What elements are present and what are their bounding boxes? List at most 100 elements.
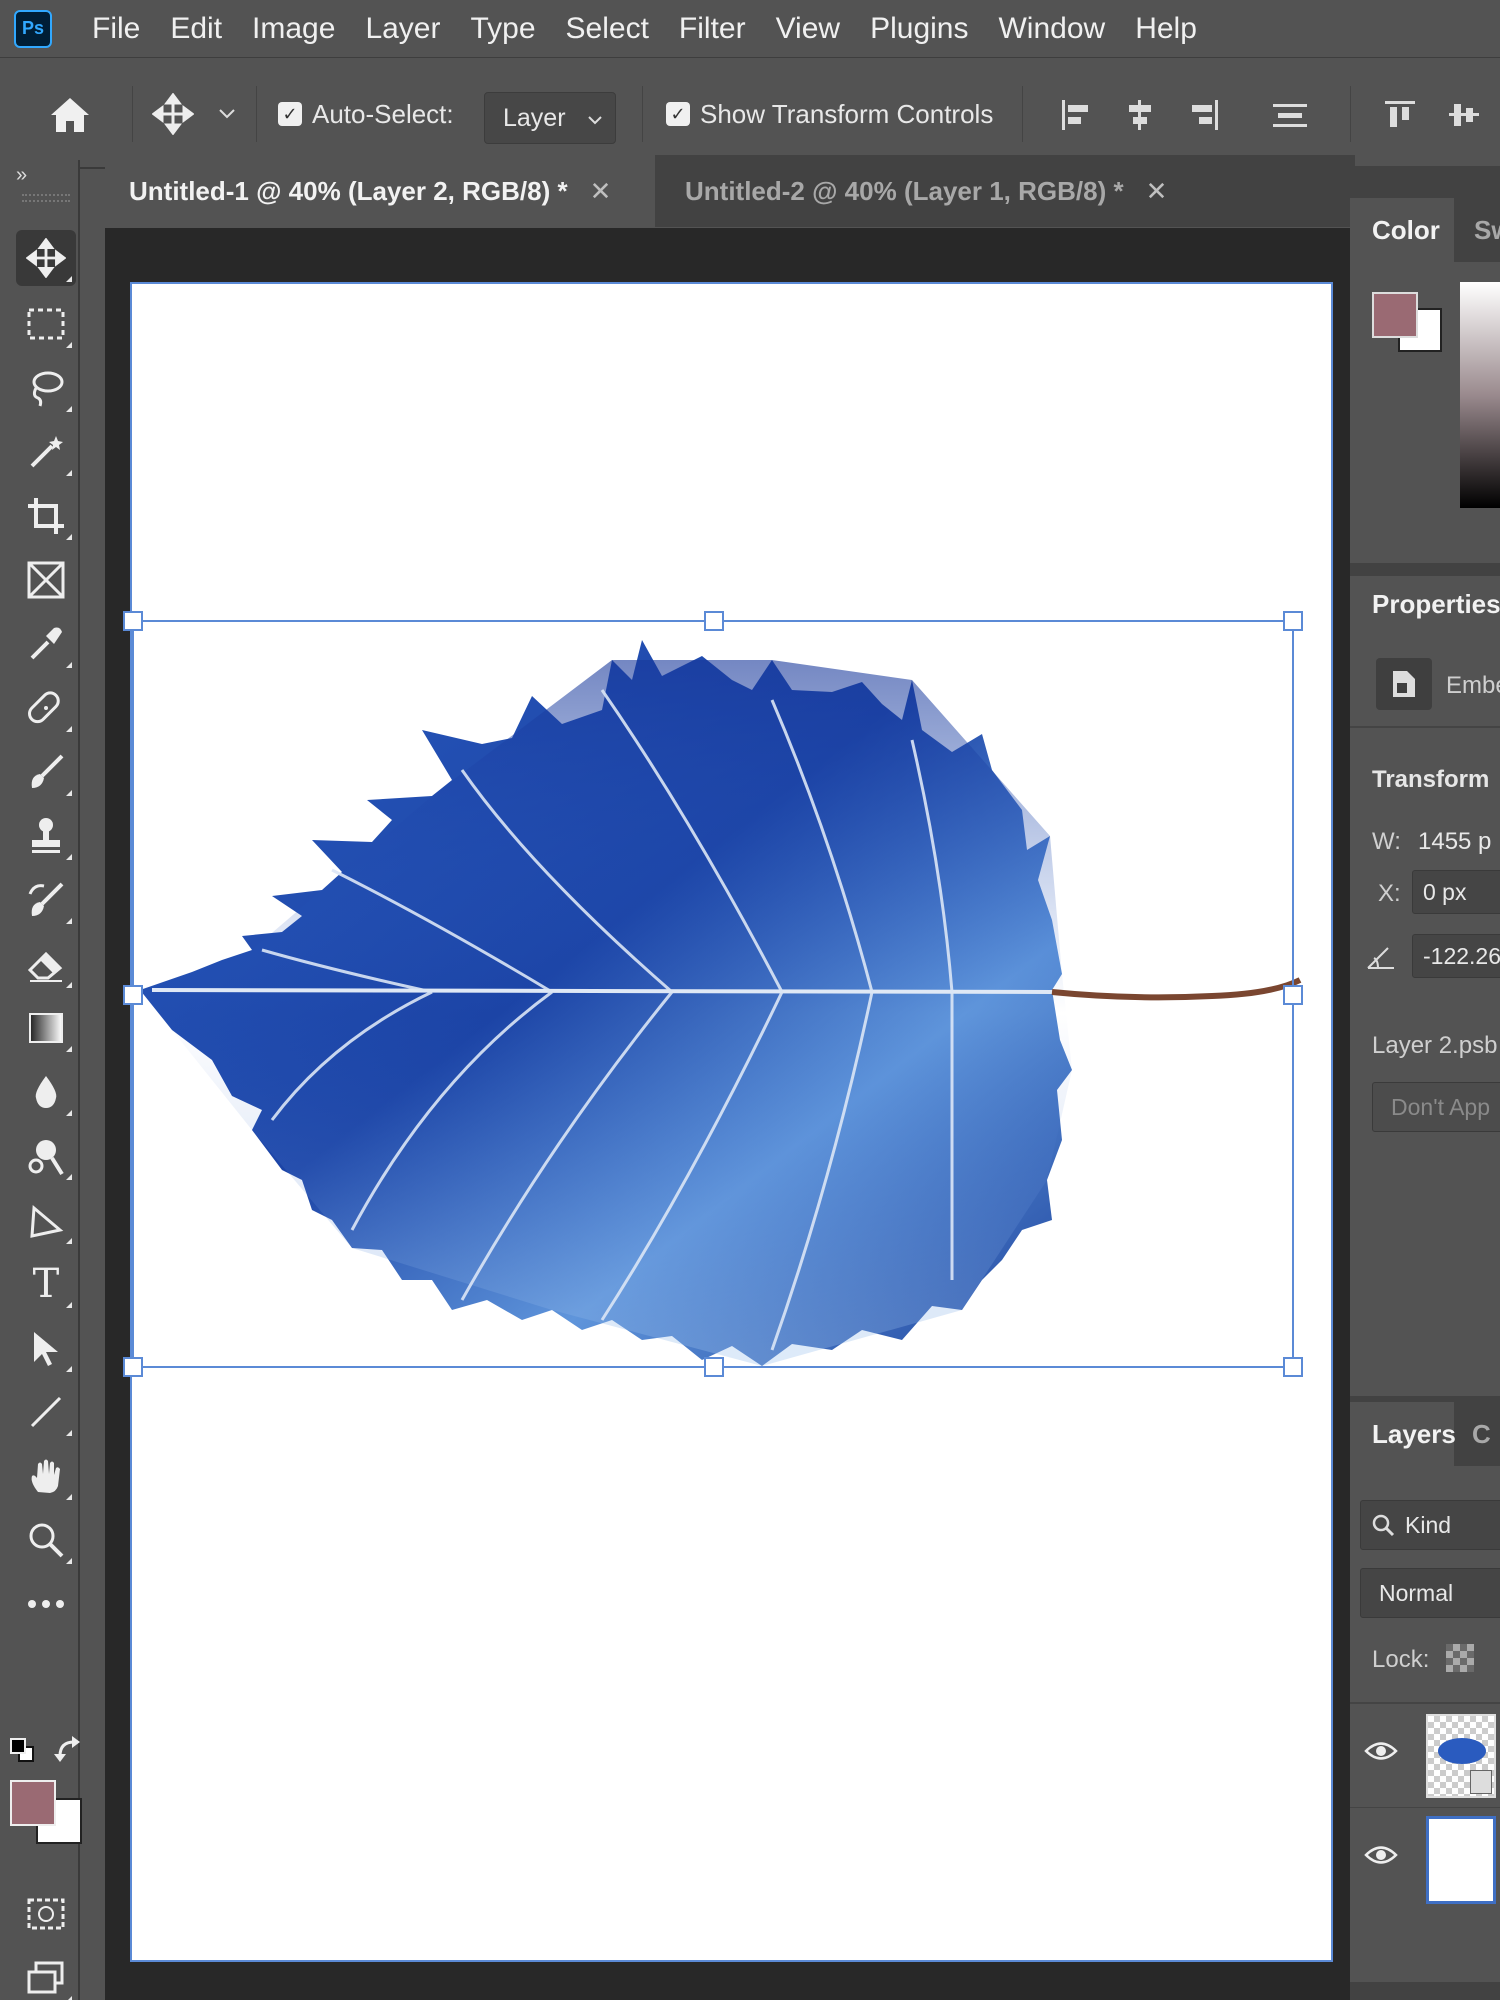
hand-icon[interactable] — [16, 1448, 76, 1504]
transform-handle-left[interactable] — [123, 985, 143, 1005]
panel-foreground-swatch[interactable] — [1372, 292, 1418, 338]
transform-section-title: Transform — [1372, 766, 1490, 793]
color-panel-tabs: Color Sw — [1350, 198, 1500, 262]
move-tool-preset-icon[interactable] — [148, 89, 198, 139]
align-left-icon[interactable] — [1054, 93, 1098, 137]
menu-layer[interactable]: Layer — [365, 12, 440, 46]
rectangular-marquee-icon[interactable] — [16, 296, 76, 352]
angle-input[interactable]: -122.26 — [1412, 934, 1500, 978]
layers-panel-tabs: Layers C — [1350, 1402, 1500, 1466]
properties-title: Properties — [1350, 576, 1500, 632]
close-icon[interactable]: ✕ — [1146, 176, 1168, 207]
frame-icon[interactable] — [16, 552, 76, 608]
transform-handle-right[interactable] — [1283, 985, 1303, 1005]
clone-stamp-icon[interactable] — [16, 808, 76, 864]
transform-handle-top-right[interactable] — [1283, 611, 1303, 631]
toolbar-grip[interactable] — [22, 194, 70, 202]
embedded-label: Embe — [1446, 672, 1500, 699]
type-icon[interactable]: T — [16, 1256, 76, 1312]
healing-brush-icon[interactable] — [16, 680, 76, 736]
layer-filter-kind[interactable]: Kind — [1360, 1500, 1500, 1550]
collapse-toolbar-icon[interactable]: » — [16, 164, 27, 187]
canvas-area[interactable] — [105, 228, 1350, 2000]
quick-mask-icon[interactable] — [16, 1886, 76, 1942]
auto-select-checkbox[interactable]: ✓ — [278, 102, 302, 126]
transform-handle-top-left[interactable] — [123, 611, 143, 631]
tab-channels[interactable]: C — [1458, 1402, 1500, 1466]
tab-layers[interactable]: Layers — [1350, 1402, 1456, 1466]
chevron-down-icon[interactable] — [212, 99, 242, 129]
brush-icon[interactable] — [16, 744, 76, 800]
menu-file[interactable]: File — [92, 12, 140, 46]
dont-apply-button[interactable]: Don't App — [1372, 1082, 1500, 1132]
color-picker-field[interactable] — [1460, 282, 1500, 508]
default-colors-icon[interactable] — [8, 1736, 36, 1764]
eyedropper-icon[interactable] — [16, 616, 76, 672]
pen-icon[interactable] — [16, 1192, 76, 1248]
menu-help[interactable]: Help — [1135, 12, 1197, 46]
zoom-icon[interactable] — [16, 1512, 76, 1568]
swap-colors-icon[interactable] — [54, 1734, 84, 1769]
menu-type[interactable]: Type — [470, 12, 535, 46]
align-horizontal-center-icon[interactable] — [1118, 93, 1162, 137]
blur-icon[interactable] — [16, 1064, 76, 1120]
dodge-icon[interactable] — [16, 1128, 76, 1184]
menu-edit[interactable]: Edit — [170, 12, 222, 46]
width-value[interactable]: 1455 p — [1418, 828, 1491, 856]
x-position-input[interactable]: 0 px — [1412, 870, 1500, 914]
home-icon[interactable] — [40, 85, 100, 145]
tab-untitled-2[interactable]: Untitled-2 @ 40% (Layer 1, RGB/8) * ✕ — [661, 155, 1211, 227]
blend-mode-dropdown[interactable]: Normal — [1360, 1568, 1500, 1618]
tab-swatches[interactable]: Sw — [1458, 198, 1500, 262]
distribute-horizontal-icon[interactable] — [1268, 93, 1312, 137]
background-layer-thumbnail — [1426, 1816, 1496, 1904]
layer-row-layer-2[interactable] — [1350, 1704, 1500, 1808]
lock-transparent-pixels-icon[interactable] — [1446, 1644, 1474, 1672]
transform-handle-top[interactable] — [704, 611, 724, 631]
eye-icon[interactable] — [1364, 1844, 1398, 1871]
auto-select-target-value: Layer — [503, 103, 566, 132]
width-label: W: — [1372, 828, 1401, 855]
gradient-icon[interactable] — [16, 1000, 76, 1056]
menu-bar: Ps File Edit Image Layer Type Select Fil… — [0, 0, 1500, 58]
transform-bounding-box[interactable] — [123, 611, 1303, 1377]
tools-panel: » T — [0, 160, 82, 2000]
eye-icon[interactable] — [1364, 1740, 1398, 1767]
history-brush-icon[interactable] — [16, 872, 76, 928]
tab-untitled-1[interactable]: Untitled-1 @ 40% (Layer 2, RGB/8) * ✕ — [105, 155, 655, 227]
screen-mode-icon[interactable] — [16, 1950, 76, 2000]
transform-handle-bottom-left[interactable] — [123, 1357, 143, 1377]
path-selection-icon[interactable] — [16, 1320, 76, 1376]
angle-icon — [1366, 944, 1398, 977]
align-right-icon[interactable] — [1182, 93, 1226, 137]
menu-window[interactable]: Window — [998, 12, 1105, 46]
lasso-icon[interactable] — [16, 360, 76, 416]
crop-icon[interactable] — [16, 488, 76, 544]
document-canvas[interactable] — [123, 282, 1333, 1962]
menu-plugins[interactable]: Plugins — [870, 12, 968, 46]
smart-object-icon — [1376, 658, 1432, 710]
menu-filter[interactable]: Filter — [679, 12, 746, 46]
menu-image[interactable]: Image — [252, 12, 335, 46]
foreground-color-swatch[interactable] — [10, 1780, 56, 1826]
more-tools-icon[interactable] — [16, 1576, 76, 1632]
properties-panel: Properties Embe Transform W: 1455 p X: 0… — [1350, 576, 1500, 1396]
menu-select[interactable]: Select — [566, 12, 649, 46]
eraser-icon[interactable] — [16, 936, 76, 992]
magic-wand-icon[interactable] — [16, 424, 76, 480]
transform-handle-bottom[interactable] — [704, 1357, 724, 1377]
show-transform-checkbox[interactable]: ✓ — [666, 102, 690, 126]
transform-handle-bottom-right[interactable] — [1283, 1357, 1303, 1377]
line-icon[interactable] — [16, 1384, 76, 1440]
options-bar: ✓ Auto-Select: Layer ✓ Show Transform Co… — [0, 59, 1500, 169]
close-icon[interactable]: ✕ — [590, 176, 612, 207]
auto-select-target-dropdown[interactable]: Layer — [484, 92, 616, 144]
layers-panel: Layers C Kind Normal Lock: — [1350, 1402, 1500, 1982]
align-vertical-center-icon[interactable] — [1442, 93, 1486, 137]
layer-row-background[interactable] — [1350, 1808, 1500, 1912]
align-top-icon[interactable] — [1378, 93, 1422, 137]
lock-label: Lock: — [1372, 1646, 1430, 1673]
tab-color[interactable]: Color — [1350, 198, 1454, 262]
menu-view[interactable]: View — [776, 12, 840, 46]
move-tool-icon[interactable] — [16, 230, 76, 286]
